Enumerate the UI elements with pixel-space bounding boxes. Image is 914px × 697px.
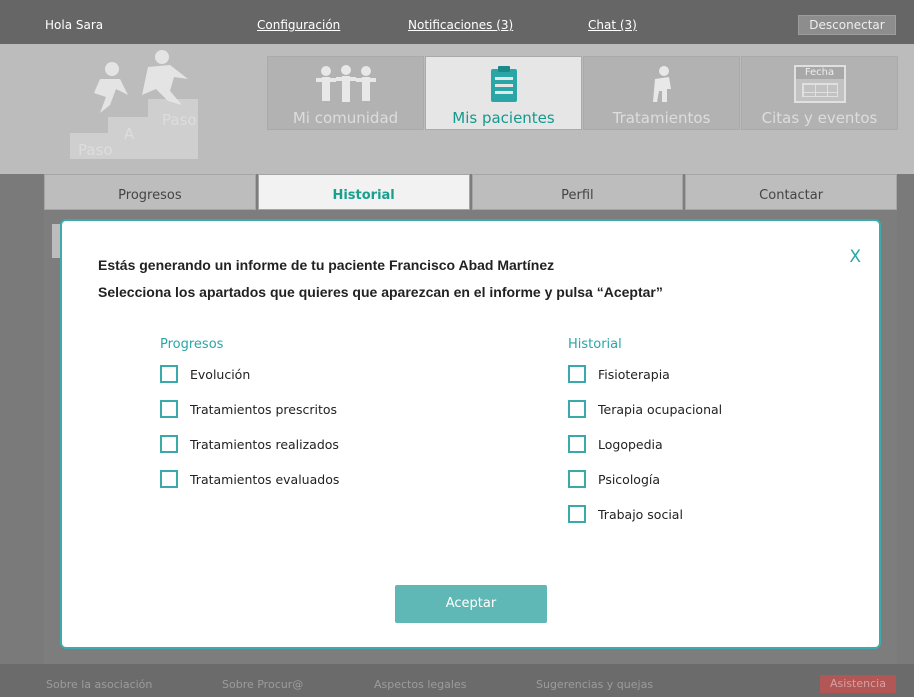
nav-label: Tratamientos xyxy=(612,109,711,127)
nav-label: Mis pacientes xyxy=(452,109,555,127)
tab-historial[interactable]: Historial xyxy=(257,174,470,210)
logo[interactable]: Paso A Paso xyxy=(70,49,220,169)
clipboard-icon xyxy=(426,65,581,103)
tab-bar: Progresos Historial Perfil Contactar xyxy=(44,174,897,210)
accept-button[interactable]: Aceptar xyxy=(395,585,547,623)
logo-word-2: A xyxy=(124,125,135,143)
progresos-section: Progresos Evolución Tratamientos prescri… xyxy=(160,337,339,504)
option-label: Evolución xyxy=(190,366,251,382)
option-label: Terapia ocupacional xyxy=(598,401,723,417)
footer: Sobre la asociación Sobre Procur@ Aspect… xyxy=(0,664,914,697)
community-icon xyxy=(268,65,423,103)
checkbox[interactable] xyxy=(160,365,178,383)
option-label: Psicología xyxy=(598,471,661,487)
checkbox[interactable] xyxy=(568,400,586,418)
tab-perfil[interactable]: Perfil xyxy=(471,174,684,210)
section-heading-historial: Historial xyxy=(568,337,622,352)
modal-instructions: Selecciona los apartados que quieres que… xyxy=(98,284,663,300)
nav-mi-comunidad[interactable]: Mi comunidad xyxy=(267,56,424,130)
option-terapia-ocupacional[interactable]: Terapia ocupacional xyxy=(568,399,722,419)
option-evolucion[interactable]: Evolución xyxy=(160,364,339,384)
option-trabajo-social[interactable]: Trabajo social xyxy=(568,504,722,524)
option-label: Logopedia xyxy=(598,436,663,452)
nav-label: Citas y eventos xyxy=(761,109,878,127)
tab-contactar[interactable]: Contactar xyxy=(685,174,897,210)
checkbox[interactable] xyxy=(160,470,178,488)
notifications-link[interactable]: Notificaciones (3) xyxy=(408,18,513,32)
modal-title: Estás generando un informe de tu pacient… xyxy=(98,257,555,273)
checkbox[interactable] xyxy=(568,365,586,383)
option-label: Trabajo social xyxy=(598,506,683,522)
option-logopedia[interactable]: Logopedia xyxy=(568,434,722,454)
help-button[interactable]: Asistencia xyxy=(820,675,896,693)
checkbox[interactable] xyxy=(568,435,586,453)
logo-word-1: Paso xyxy=(78,141,113,159)
historial-section: Historial Fisioterapia Terapia ocupacion… xyxy=(568,337,722,539)
report-modal: X Estás generando un informe de tu pacie… xyxy=(60,219,881,649)
option-label: Tratamientos evaluados xyxy=(190,471,340,487)
footer-link-procura[interactable]: Sobre Procur@ xyxy=(222,678,303,691)
calendar-icon-label: Fecha xyxy=(795,67,844,79)
logout-button[interactable]: Desconectar xyxy=(798,15,896,35)
option-fisioterapia[interactable]: Fisioterapia xyxy=(568,364,722,384)
checkbox[interactable] xyxy=(568,505,586,523)
tab-progresos[interactable]: Progresos xyxy=(44,174,256,210)
nav-citas-eventos[interactable]: Fecha Citas y eventos xyxy=(741,56,898,130)
nav-tratamientos[interactable]: Tratamientos xyxy=(583,56,740,130)
header: Paso A Paso Mi comunidad Mis pacientes T… xyxy=(0,44,914,174)
footer-link-asociacion[interactable]: Sobre la asociación xyxy=(46,678,152,691)
option-tratamientos-realizados[interactable]: Tratamientos realizados xyxy=(160,434,339,454)
close-icon[interactable]: X xyxy=(849,247,861,267)
checkbox[interactable] xyxy=(160,400,178,418)
option-label: Tratamientos realizados xyxy=(190,436,339,452)
option-label: Fisioterapia xyxy=(598,366,670,382)
footer-link-sugerencias[interactable]: Sugerencias y quejas xyxy=(536,678,653,691)
option-tratamientos-prescritos[interactable]: Tratamientos prescritos xyxy=(160,399,339,419)
top-bar: Hola Sara Configuración Notificaciones (… xyxy=(0,0,914,44)
main-nav: Mi comunidad Mis pacientes Tratamientos … xyxy=(267,56,899,130)
greeting: Hola Sara xyxy=(45,18,104,32)
settings-link[interactable]: Configuración xyxy=(257,18,340,32)
calendar-icon: Fecha xyxy=(742,65,897,103)
person-icon xyxy=(584,65,739,103)
option-label: Tratamientos prescritos xyxy=(190,401,338,417)
nav-label: Mi comunidad xyxy=(292,109,399,127)
checkbox[interactable] xyxy=(568,470,586,488)
nav-mis-pacientes[interactable]: Mis pacientes xyxy=(425,56,582,130)
footer-link-legal[interactable]: Aspectos legales xyxy=(374,678,466,691)
logo-word-3: Paso xyxy=(162,111,197,129)
section-heading-progresos: Progresos xyxy=(160,337,224,352)
option-tratamientos-evaluados[interactable]: Tratamientos evaluados xyxy=(160,469,339,489)
checkbox[interactable] xyxy=(160,435,178,453)
chat-link[interactable]: Chat (3) xyxy=(588,18,637,32)
option-psicologia[interactable]: Psicología xyxy=(568,469,722,489)
